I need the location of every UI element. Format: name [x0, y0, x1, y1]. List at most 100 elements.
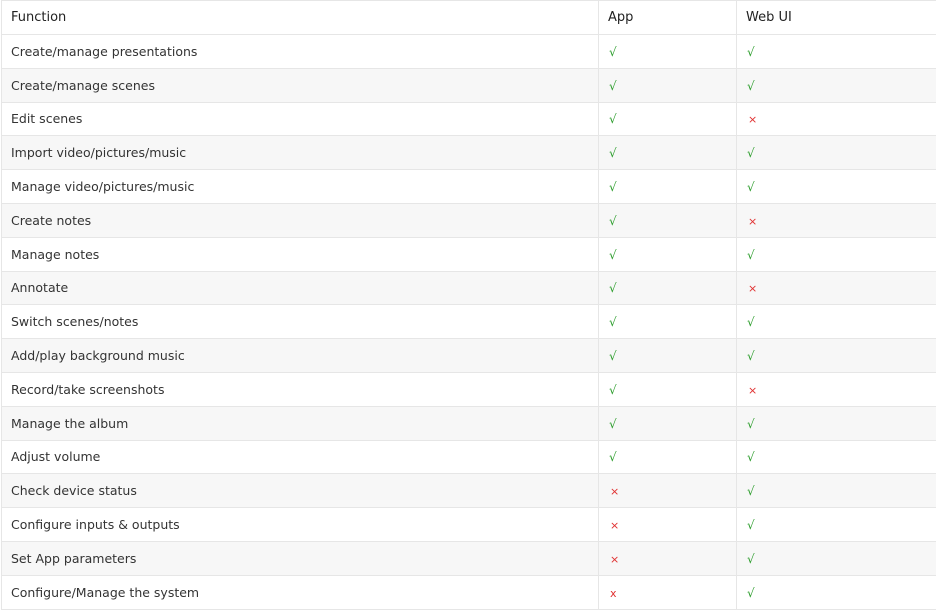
- web-ui-support-mark: √: [746, 417, 755, 431]
- app-support-cell: √: [599, 68, 737, 102]
- table-row: Create notes √ ×: [2, 203, 936, 237]
- web-ui-support-mark: ×: [746, 384, 757, 397]
- web-ui-support-mark: √: [746, 45, 755, 59]
- table-row: Check device status × √: [2, 474, 936, 508]
- function-cell: Set App parameters: [2, 541, 599, 575]
- app-support-mark: √: [608, 281, 617, 295]
- web-ui-support-cell: √: [737, 136, 936, 170]
- web-ui-support-cell: √: [737, 508, 936, 542]
- app-support-cell: √: [599, 203, 737, 237]
- web-ui-support-mark: √: [746, 586, 755, 600]
- app-support-mark: √: [608, 180, 617, 194]
- app-support-cell: ×: [599, 474, 737, 508]
- function-cell: Import video/pictures/music: [2, 136, 599, 170]
- app-support-mark: √: [608, 214, 617, 228]
- app-support-mark: √: [608, 146, 617, 160]
- web-ui-support-mark: √: [746, 248, 755, 262]
- table-row: Record/take screenshots √ ×: [2, 372, 936, 406]
- web-ui-support-mark: ×: [746, 215, 757, 228]
- app-support-cell: √: [599, 372, 737, 406]
- web-ui-support-cell: √: [737, 474, 936, 508]
- app-support-mark: √: [608, 349, 617, 363]
- app-support-mark: √: [608, 112, 617, 126]
- table-row: Edit scenes √ ×: [2, 102, 936, 136]
- table-row: Add/play background music √ √: [2, 339, 936, 373]
- web-ui-support-cell: √: [737, 170, 936, 204]
- app-support-cell: ×: [599, 541, 737, 575]
- app-support-mark: x: [608, 587, 617, 600]
- function-cell: Record/take screenshots: [2, 372, 599, 406]
- web-ui-support-cell: √: [737, 406, 936, 440]
- app-support-cell: √: [599, 305, 737, 339]
- app-support-mark: √: [608, 450, 617, 464]
- header-function: Function: [2, 1, 599, 35]
- app-support-cell: √: [599, 406, 737, 440]
- app-support-cell: √: [599, 102, 737, 136]
- app-support-mark: √: [608, 248, 617, 262]
- web-ui-support-mark: √: [746, 450, 755, 464]
- function-cell: Check device status: [2, 474, 599, 508]
- table-row: Manage the album √ √: [2, 406, 936, 440]
- web-ui-support-cell: ×: [737, 102, 936, 136]
- function-cell: Configure inputs & outputs: [2, 508, 599, 542]
- function-cell: Configure/Manage the system: [2, 575, 599, 609]
- app-support-mark: ×: [608, 519, 619, 532]
- table-row: Annotate √ ×: [2, 271, 936, 305]
- web-ui-support-mark: √: [746, 180, 755, 194]
- table-row: Manage notes √ √: [2, 237, 936, 271]
- header-row: Function App Web UI: [2, 1, 936, 35]
- table-row: Configure inputs & outputs × √: [2, 508, 936, 542]
- function-cell: Create/manage scenes: [2, 68, 599, 102]
- web-ui-support-mark: √: [746, 349, 755, 363]
- app-support-mark: √: [608, 79, 617, 93]
- function-cell: Manage notes: [2, 237, 599, 271]
- web-ui-support-cell: ×: [737, 203, 936, 237]
- function-cell: Create/manage presentations: [2, 35, 599, 69]
- function-cell: Edit scenes: [2, 102, 599, 136]
- function-cell: Manage the album: [2, 406, 599, 440]
- app-support-cell: √: [599, 136, 737, 170]
- app-support-cell: √: [599, 271, 737, 305]
- web-ui-support-mark: ×: [746, 113, 757, 126]
- web-ui-support-cell: √: [737, 35, 936, 69]
- web-ui-support-mark: √: [746, 315, 755, 329]
- function-cell: Switch scenes/notes: [2, 305, 599, 339]
- web-ui-support-mark: √: [746, 552, 755, 566]
- web-ui-support-cell: √: [737, 440, 936, 474]
- web-ui-support-cell: √: [737, 575, 936, 609]
- table-body: Create/manage presentations √ √ Create/m…: [2, 35, 936, 610]
- table-header: Function App Web UI: [2, 1, 936, 35]
- table-row: Import video/pictures/music √ √: [2, 136, 936, 170]
- web-ui-support-mark: √: [746, 146, 755, 160]
- app-support-cell: ×: [599, 508, 737, 542]
- app-support-cell: √: [599, 440, 737, 474]
- app-support-mark: ×: [608, 485, 619, 498]
- app-support-cell: √: [599, 339, 737, 373]
- table-row: Create/manage scenes √ √: [2, 68, 936, 102]
- web-ui-support-mark: √: [746, 484, 755, 498]
- table-row: Configure/Manage the system x √: [2, 575, 936, 609]
- web-ui-support-cell: ×: [737, 372, 936, 406]
- function-cell: Manage video/pictures/music: [2, 170, 599, 204]
- web-ui-support-cell: √: [737, 541, 936, 575]
- function-cell: Create notes: [2, 203, 599, 237]
- web-ui-support-cell: √: [737, 339, 936, 373]
- table-row: Switch scenes/notes √ √: [2, 305, 936, 339]
- web-ui-support-cell: √: [737, 237, 936, 271]
- app-support-mark: √: [608, 383, 617, 397]
- table-row: Manage video/pictures/music √ √: [2, 170, 936, 204]
- function-cell: Add/play background music: [2, 339, 599, 373]
- table-row: Create/manage presentations √ √: [2, 35, 936, 69]
- web-ui-support-cell: √: [737, 68, 936, 102]
- table-row: Adjust volume √ √: [2, 440, 936, 474]
- app-support-mark: √: [608, 45, 617, 59]
- function-cell: Adjust volume: [2, 440, 599, 474]
- web-ui-support-cell: ×: [737, 271, 936, 305]
- header-app: App: [599, 1, 737, 35]
- app-support-cell: √: [599, 237, 737, 271]
- app-support-mark: √: [608, 417, 617, 431]
- table-row: Set App parameters × √: [2, 541, 936, 575]
- app-support-cell: √: [599, 35, 737, 69]
- app-support-cell: x: [599, 575, 737, 609]
- web-ui-support-cell: √: [737, 305, 936, 339]
